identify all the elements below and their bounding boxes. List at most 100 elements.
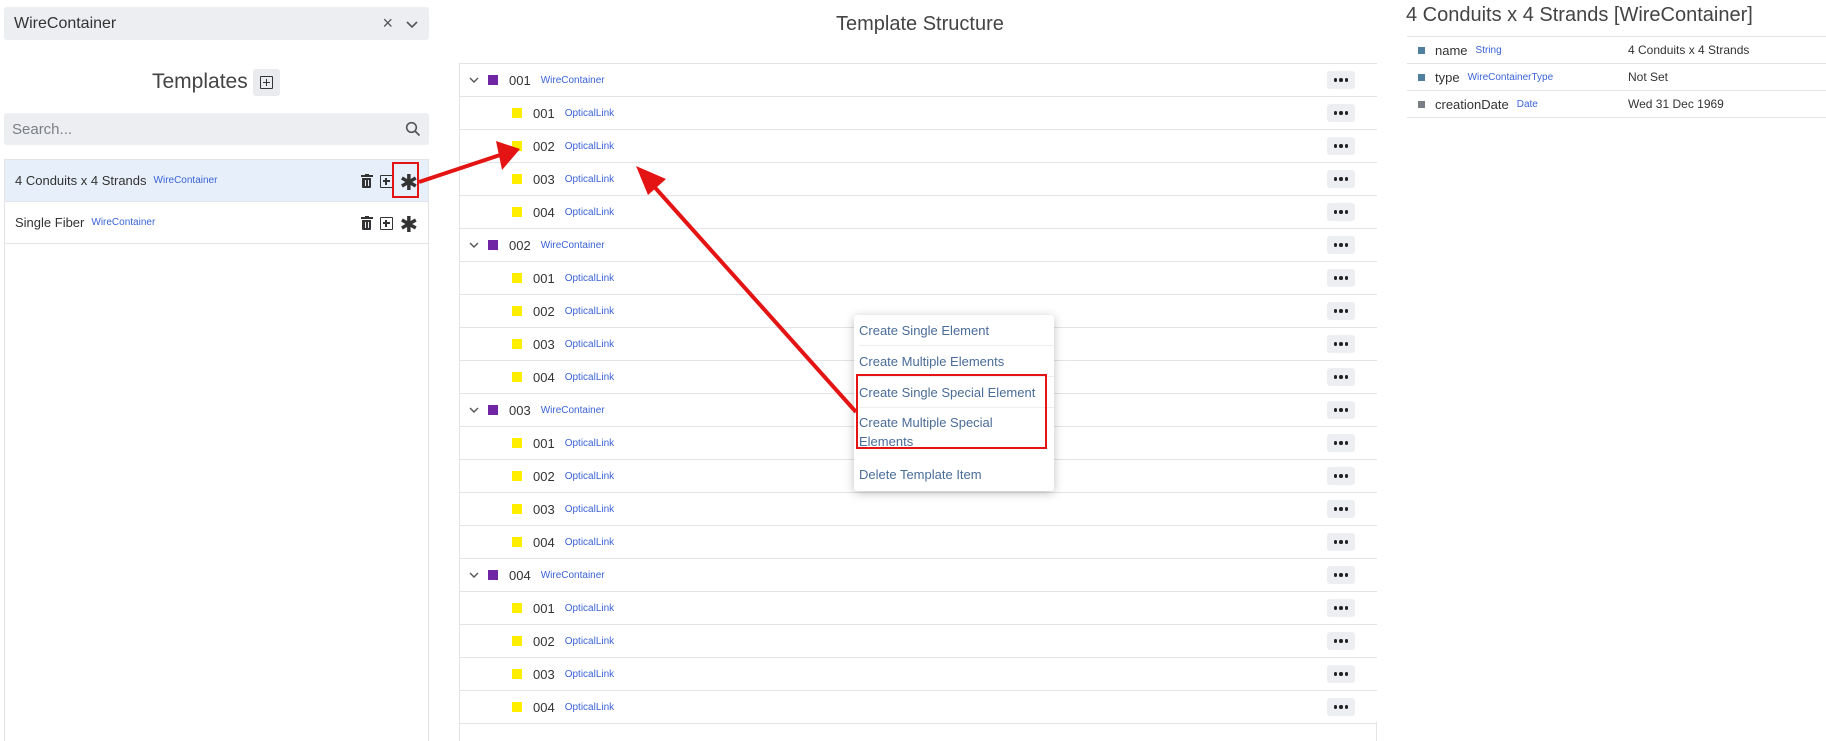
template-item[interactable]: Single Fiber WireContainer ✱: [5, 202, 428, 244]
menu-item-delete-template-item[interactable]: Delete Template Item: [859, 459, 1054, 490]
property-type: WireContainerType: [1467, 71, 1554, 83]
row-code: 003: [509, 402, 531, 418]
tree-row-link[interactable]: 004 OpticalLink: [460, 196, 1377, 229]
menu-item-create-multiple-elements[interactable]: Create Multiple Elements: [859, 346, 1054, 377]
tree-row-link[interactable]: 001 OpticalLink: [460, 97, 1377, 130]
row-code: 003: [533, 501, 555, 517]
tree-row-container[interactable]: 002 WireContainer: [460, 229, 1377, 262]
row-code: 004: [533, 369, 555, 385]
tree-row-link[interactable]: 002 OpticalLink: [460, 130, 1377, 163]
link-marker-icon: [512, 372, 522, 382]
property-name: name: [1435, 42, 1468, 58]
chevron-down-icon[interactable]: [405, 17, 419, 31]
container-marker-icon: [488, 405, 498, 415]
template-name: Single Fiber: [15, 215, 85, 230]
tree-row-link[interactable]: 001 OpticalLink: [460, 262, 1377, 295]
row-code: 003: [533, 336, 555, 352]
more-options-button[interactable]: [1327, 269, 1355, 287]
more-options-button[interactable]: [1327, 203, 1355, 221]
clear-icon[interactable]: ×: [382, 13, 393, 34]
link-marker-icon: [512, 636, 522, 646]
more-options-button[interactable]: [1327, 335, 1355, 353]
more-options-button[interactable]: [1327, 236, 1355, 254]
link-marker-icon: [512, 273, 522, 283]
property-value: Wed 31 Dec 1969: [1628, 97, 1724, 111]
search-icon[interactable]: [405, 121, 421, 137]
trash-icon[interactable]: [360, 216, 373, 230]
more-options-button[interactable]: [1327, 566, 1355, 584]
link-marker-icon: [512, 702, 522, 712]
more-options-button[interactable]: [1327, 599, 1355, 617]
panel-divider: [1376, 722, 1377, 741]
more-options-button[interactable]: [1327, 665, 1355, 683]
row-type: OpticalLink: [564, 503, 615, 515]
row-code: 001: [533, 435, 555, 451]
row-code: 001: [533, 270, 555, 286]
property-value: 4 Conduits x 4 Strands: [1628, 43, 1750, 57]
tree-row-link[interactable]: 004 OpticalLink: [460, 526, 1377, 559]
property-marker-icon: [1418, 100, 1425, 108]
container-marker-icon: [488, 75, 498, 85]
template-item[interactable]: 4 Conduits x 4 Strands WireContainer ✱: [5, 160, 428, 202]
template-name: 4 Conduits x 4 Strands: [15, 173, 147, 188]
row-code: 004: [533, 699, 555, 715]
chevron-down-icon[interactable]: [468, 239, 480, 251]
more-options-button[interactable]: [1327, 401, 1355, 419]
row-code: 002: [533, 633, 555, 649]
chevron-down-icon[interactable]: [468, 404, 480, 416]
more-options-button[interactable]: [1327, 137, 1355, 155]
properties-table: name String 4 Conduits x 4 Strands type …: [1407, 36, 1826, 118]
tree-row-link[interactable]: 003 OpticalLink: [460, 658, 1377, 691]
add-element-icon[interactable]: [379, 216, 393, 230]
more-options-button[interactable]: [1327, 500, 1355, 518]
property-row[interactable]: type WireContainerType Not Set: [1407, 64, 1826, 91]
trash-icon[interactable]: [360, 174, 373, 188]
tree-row-container[interactable]: 001 WireContainer: [460, 64, 1377, 97]
row-code: 003: [533, 666, 555, 682]
more-options-button[interactable]: [1327, 632, 1355, 650]
row-type: WireContainer: [540, 239, 605, 251]
tree-row-link[interactable]: 003 OpticalLink: [460, 163, 1377, 196]
link-marker-icon: [512, 438, 522, 448]
row-type: OpticalLink: [564, 635, 615, 647]
more-options-button[interactable]: [1327, 302, 1355, 320]
add-template-button[interactable]: [253, 69, 280, 96]
more-options-button[interactable]: [1327, 71, 1355, 89]
more-options-button[interactable]: [1327, 434, 1355, 452]
tree-row-link[interactable]: 001 OpticalLink: [460, 592, 1377, 625]
search-input[interactable]: [12, 120, 405, 138]
more-options-button[interactable]: [1327, 170, 1355, 188]
plus-square-icon: [260, 76, 273, 89]
tree-row-container[interactable]: 004 WireContainer: [460, 559, 1377, 592]
link-marker-icon: [512, 306, 522, 316]
row-type: OpticalLink: [564, 140, 615, 152]
class-select[interactable]: WireContainer ×: [4, 7, 429, 40]
tree-row-link[interactable]: 003 OpticalLink: [460, 493, 1377, 526]
property-row[interactable]: creationDate Date Wed 31 Dec 1969: [1407, 91, 1826, 118]
tree-row-link[interactable]: 002 OpticalLink: [460, 625, 1377, 658]
more-options-button[interactable]: [1327, 467, 1355, 485]
annotation-box-special-icon: [392, 162, 419, 198]
add-element-icon[interactable]: [379, 174, 393, 188]
row-type: OpticalLink: [564, 536, 615, 548]
detail-title: 4 Conduits x 4 Strands [WireContainer]: [1406, 4, 1753, 26]
menu-item-create-single-element[interactable]: Create Single Element: [859, 315, 1054, 346]
more-options-button[interactable]: [1327, 533, 1355, 551]
chevron-down-icon[interactable]: [468, 74, 480, 86]
template-list: 4 Conduits x 4 Strands WireContainer ✱ S…: [4, 159, 429, 741]
property-row[interactable]: name String 4 Conduits x 4 Strands: [1407, 37, 1826, 64]
row-type: OpticalLink: [564, 305, 615, 317]
row-type: OpticalLink: [564, 668, 615, 680]
link-marker-icon: [512, 141, 522, 151]
property-type: Date: [1516, 98, 1538, 110]
chevron-down-icon[interactable]: [468, 569, 480, 581]
template-type: WireContainer: [153, 175, 218, 186]
more-options-button[interactable]: [1327, 368, 1355, 386]
more-options-button[interactable]: [1327, 104, 1355, 122]
tree-row-link[interactable]: 004 OpticalLink: [460, 691, 1377, 724]
row-code: 002: [533, 138, 555, 154]
row-type: OpticalLink: [564, 437, 615, 449]
more-options-button[interactable]: [1327, 698, 1355, 716]
asterisk-icon[interactable]: ✱: [400, 214, 418, 236]
link-marker-icon: [512, 108, 522, 118]
